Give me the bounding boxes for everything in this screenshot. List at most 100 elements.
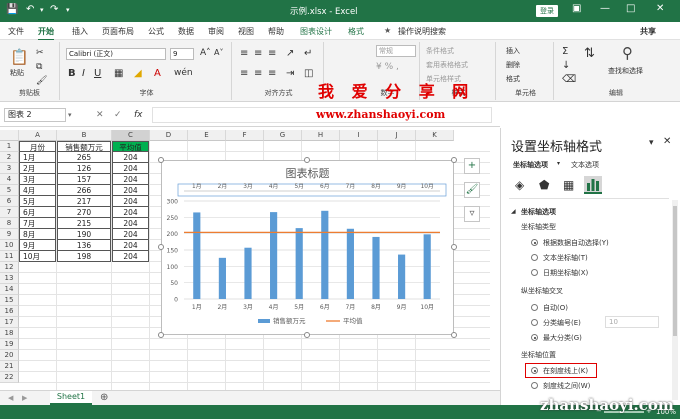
tell-me-search[interactable]: 操作说明搜索 [398,26,446,37]
legend-label-average[interactable]: 平均值 [343,316,363,325]
top-axis-label[interactable]: 7月 [346,183,356,190]
borders-icon[interactable]: ▦ [114,68,123,79]
row-header[interactable]: 22 [0,372,19,383]
next-sheet-icon[interactable]: ▶ [22,394,27,402]
legend-label-sales[interactable]: 销售额万元 [273,316,306,325]
radio-cross-max[interactable] [531,334,538,341]
radio-cross-auto-label[interactable]: 自动(O) [543,303,568,313]
clear-icon[interactable]: ⌫ [562,74,576,85]
table-format-button[interactable]: 套用表格格式 [426,60,468,70]
table-cell[interactable]: 204 [112,196,149,207]
column-header[interactable]: C [112,130,150,141]
shrink-font-icon[interactable]: A˅ [214,48,223,57]
section-axis-options[interactable]: 坐标轴选项 [521,207,556,217]
add-sheet-icon[interactable]: ⊕ [100,392,108,403]
radio-cross-number-label[interactable]: 分类编号(E) [543,318,581,328]
column-header[interactable]: A [19,130,57,141]
bar[interactable] [346,228,354,299]
top-axis-label[interactable]: 8月 [371,183,381,190]
radio-text-axis-label[interactable]: 文本坐标轴(T) [543,253,588,263]
radio-on-tick-marks-label[interactable]: 在刻度线上(K) [543,366,588,376]
table-cell[interactable]: 157 [57,174,111,185]
row-header[interactable]: 19 [0,339,19,350]
table-cell[interactable]: 217 [57,196,111,207]
chart-handle[interactable] [304,157,310,163]
row-header[interactable]: 17 [0,317,19,328]
radio-text-axis[interactable] [531,254,538,261]
undo-icon[interactable]: ↶ [26,4,34,15]
table-cell[interactable]: 204 [112,251,149,262]
pane-options-icon[interactable]: ▾ [649,138,654,148]
bar[interactable] [244,247,252,299]
tab-formulas[interactable]: 公式 [148,26,164,37]
table-cell[interactable]: 1月 [19,152,56,163]
grow-font-icon[interactable]: A˄ [200,48,211,58]
table-cell[interactable]: 8月 [19,229,56,240]
table-cell[interactable]: 136 [57,240,111,251]
login-button[interactable]: 登录 [536,5,558,17]
merge-center-icon[interactable]: ◫ [304,68,313,79]
font-size-select[interactable]: 9 [170,48,194,60]
table-header-cell[interactable]: 平均值 [112,141,149,152]
tab-data[interactable]: 数据 [178,26,194,37]
row-header[interactable]: 2 [0,152,19,163]
sheet-tab[interactable]: Sheet1 [50,391,92,405]
table-cell[interactable]: 265 [57,152,111,163]
undo-dropdown-icon[interactable]: ▾ [40,6,44,14]
bar[interactable] [321,210,329,299]
table-cell[interactable]: 266 [57,185,111,196]
paste-label[interactable]: 粘贴 [10,68,24,78]
table-cell[interactable]: 204 [112,218,149,229]
row-header[interactable]: 5 [0,185,19,196]
axis-options-dropdown-icon[interactable]: ▾ [557,160,560,167]
table-cell[interactable]: 2月 [19,163,56,174]
bar[interactable] [398,254,406,299]
table-header-cell[interactable]: 月份 [19,141,56,152]
table-cell[interactable]: 4月 [19,185,56,196]
top-axis-label[interactable]: 6月 [320,183,330,190]
italic-icon[interactable]: I [82,68,85,79]
chart-elements-button[interactable]: + [464,158,480,174]
effects-icon[interactable]: ⬟ [539,178,549,192]
table-cell[interactable]: 9月 [19,240,56,251]
bar[interactable] [270,212,278,299]
cut-icon[interactable]: ✂ [36,48,44,58]
align-center-icon[interactable]: ≡ [254,68,262,79]
row-header[interactable]: 15 [0,295,19,306]
row-header[interactable]: 11 [0,251,19,262]
orientation-icon[interactable]: ↗ [286,48,294,59]
prev-sheet-icon[interactable]: ◀ [8,394,13,402]
name-box-dropdown-icon[interactable]: ▾ [68,111,72,119]
radio-cross-auto[interactable] [531,304,538,311]
row-header[interactable]: 8 [0,218,19,229]
table-cell[interactable]: 204 [112,174,149,185]
table-cell[interactable]: 204 [112,163,149,174]
fill-line-icon[interactable]: ◈ [515,178,524,192]
tab-page-layout[interactable]: 页面布局 [102,26,134,37]
name-box[interactable]: 图表 2 [4,108,66,122]
row-header[interactable]: 14 [0,284,19,295]
radio-between-tick-marks[interactable] [531,382,538,389]
autosum-icon[interactable]: Σ [562,46,568,57]
ribbon-display-icon[interactable]: ▣ [572,3,581,14]
save-icon[interactable]: 💾 [6,4,18,15]
insert-cells-button[interactable]: 插入 [506,46,520,56]
column-header[interactable]: E [188,130,226,141]
table-cell[interactable]: 204 [112,152,149,163]
cross-number-input[interactable]: 10 [605,316,659,328]
radio-cross-max-label[interactable]: 最大分类(G) [543,333,582,343]
chart-handle[interactable] [304,332,310,338]
table-cell[interactable]: 204 [112,207,149,218]
pane-scrollbar-thumb[interactable] [673,206,677,336]
pane-close-icon[interactable]: ✕ [663,136,671,147]
radio-cross-number[interactable] [531,319,538,326]
column-header[interactable]: I [340,130,378,141]
format-cells-button[interactable]: 格式 [506,74,520,84]
tab-file[interactable]: 文件 [8,26,24,37]
find-select-button[interactable]: 查找和选择 [608,66,643,76]
share-button[interactable]: 共享 [640,26,656,37]
currency-icon[interactable]: ¥ % , [376,62,399,72]
format-painter-icon[interactable]: 🖌 [36,76,47,86]
radio-auto-axis[interactable] [531,239,538,246]
close-icon[interactable]: ✕ [656,3,664,14]
